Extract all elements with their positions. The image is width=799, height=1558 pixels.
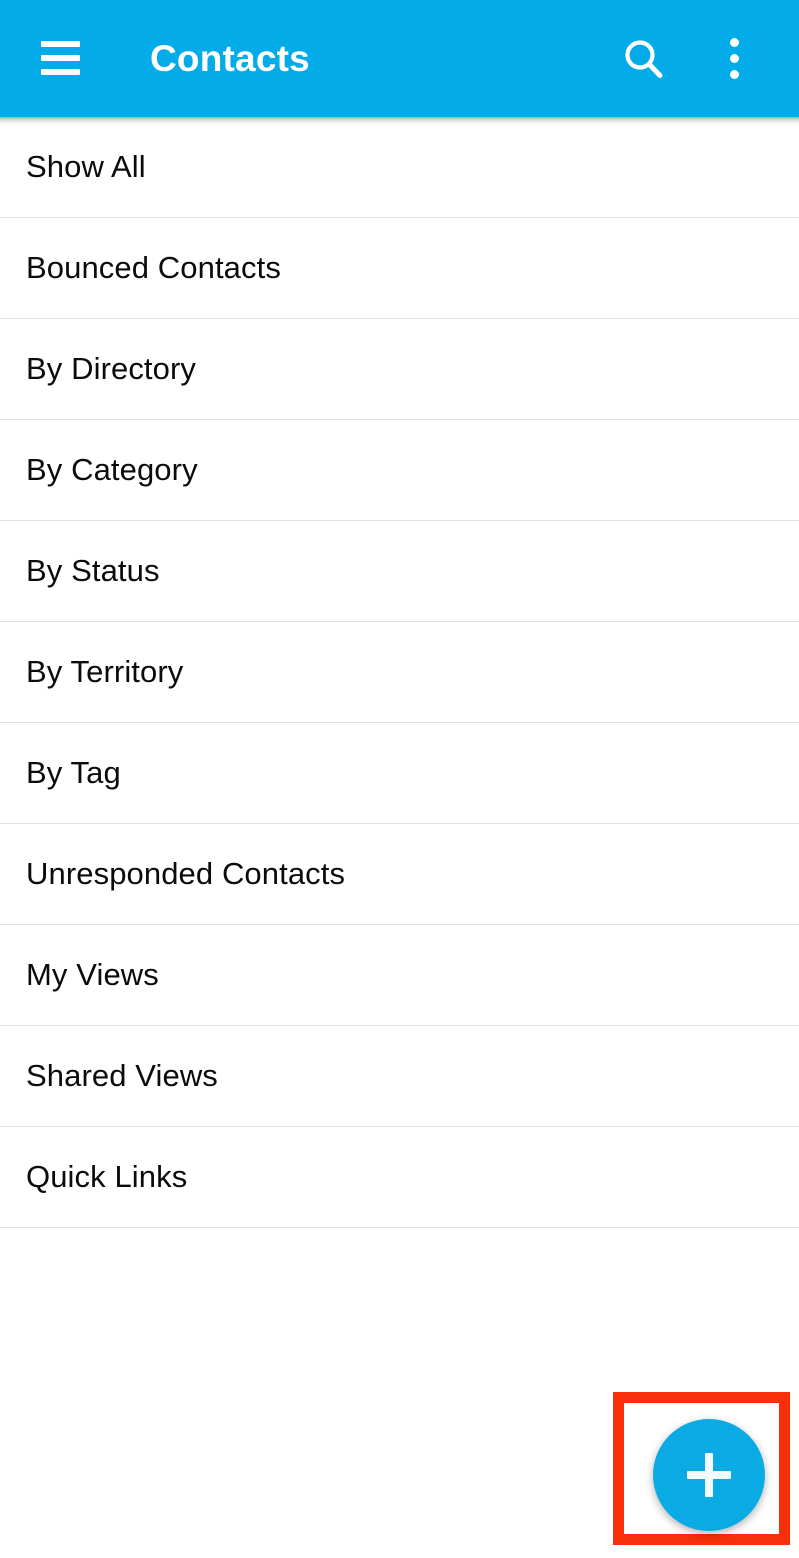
app-bar: Contacts: [0, 0, 799, 117]
list-item-label: My Views: [26, 957, 159, 992]
list-item[interactable]: Shared Views: [0, 1026, 799, 1127]
page-title: Contacts: [150, 38, 310, 79]
list-item-label: Unresponded Contacts: [26, 856, 346, 891]
list-item[interactable]: By Category: [0, 420, 799, 521]
list-item[interactable]: By Tag: [0, 723, 799, 824]
overflow-dots: [729, 38, 739, 79]
app-bar-shadow: [0, 117, 799, 126]
list-item-label: Quick Links: [26, 1159, 188, 1194]
list-item[interactable]: Unresponded Contacts: [0, 824, 799, 925]
overflow-dot-3: [729, 70, 739, 79]
overflow-dot-1: [729, 38, 739, 47]
list-item[interactable]: Show All: [0, 117, 799, 218]
list-item[interactable]: Bounced Contacts: [0, 218, 799, 319]
list-item-label: By Status: [26, 553, 160, 588]
list-item-label: By Category: [26, 452, 198, 487]
list-item-label: Shared Views: [26, 1058, 218, 1093]
list-item-label: By Tag: [26, 755, 121, 790]
hamburger-bar-bottom: [40, 69, 80, 75]
app-bar-actions: [607, 0, 799, 117]
list-item[interactable]: By Territory: [0, 622, 799, 723]
hamburger-bar-top: [40, 41, 80, 47]
overflow-dot-2: [729, 54, 739, 63]
overflow-menu-icon[interactable]: [697, 22, 771, 96]
list-item-label: By Territory: [26, 654, 184, 689]
list-item[interactable]: Quick Links: [0, 1127, 799, 1228]
list-item[interactable]: By Directory: [0, 319, 799, 420]
search-icon[interactable]: [607, 22, 681, 96]
list-item-label: Bounced Contacts: [26, 250, 281, 285]
list-item-label: By Directory: [26, 351, 197, 386]
plus-icon: [687, 1453, 731, 1497]
list-item[interactable]: By Status: [0, 521, 799, 622]
hamburger-bar-middle: [40, 55, 80, 61]
list-item[interactable]: My Views: [0, 925, 799, 1026]
add-contact-fab[interactable]: [653, 1419, 765, 1531]
list-item-label: Show All: [26, 149, 146, 184]
hamburger-menu-icon[interactable]: [18, 26, 102, 90]
contacts-view-list: Show All Bounced Contacts By Directory B…: [0, 117, 799, 1228]
